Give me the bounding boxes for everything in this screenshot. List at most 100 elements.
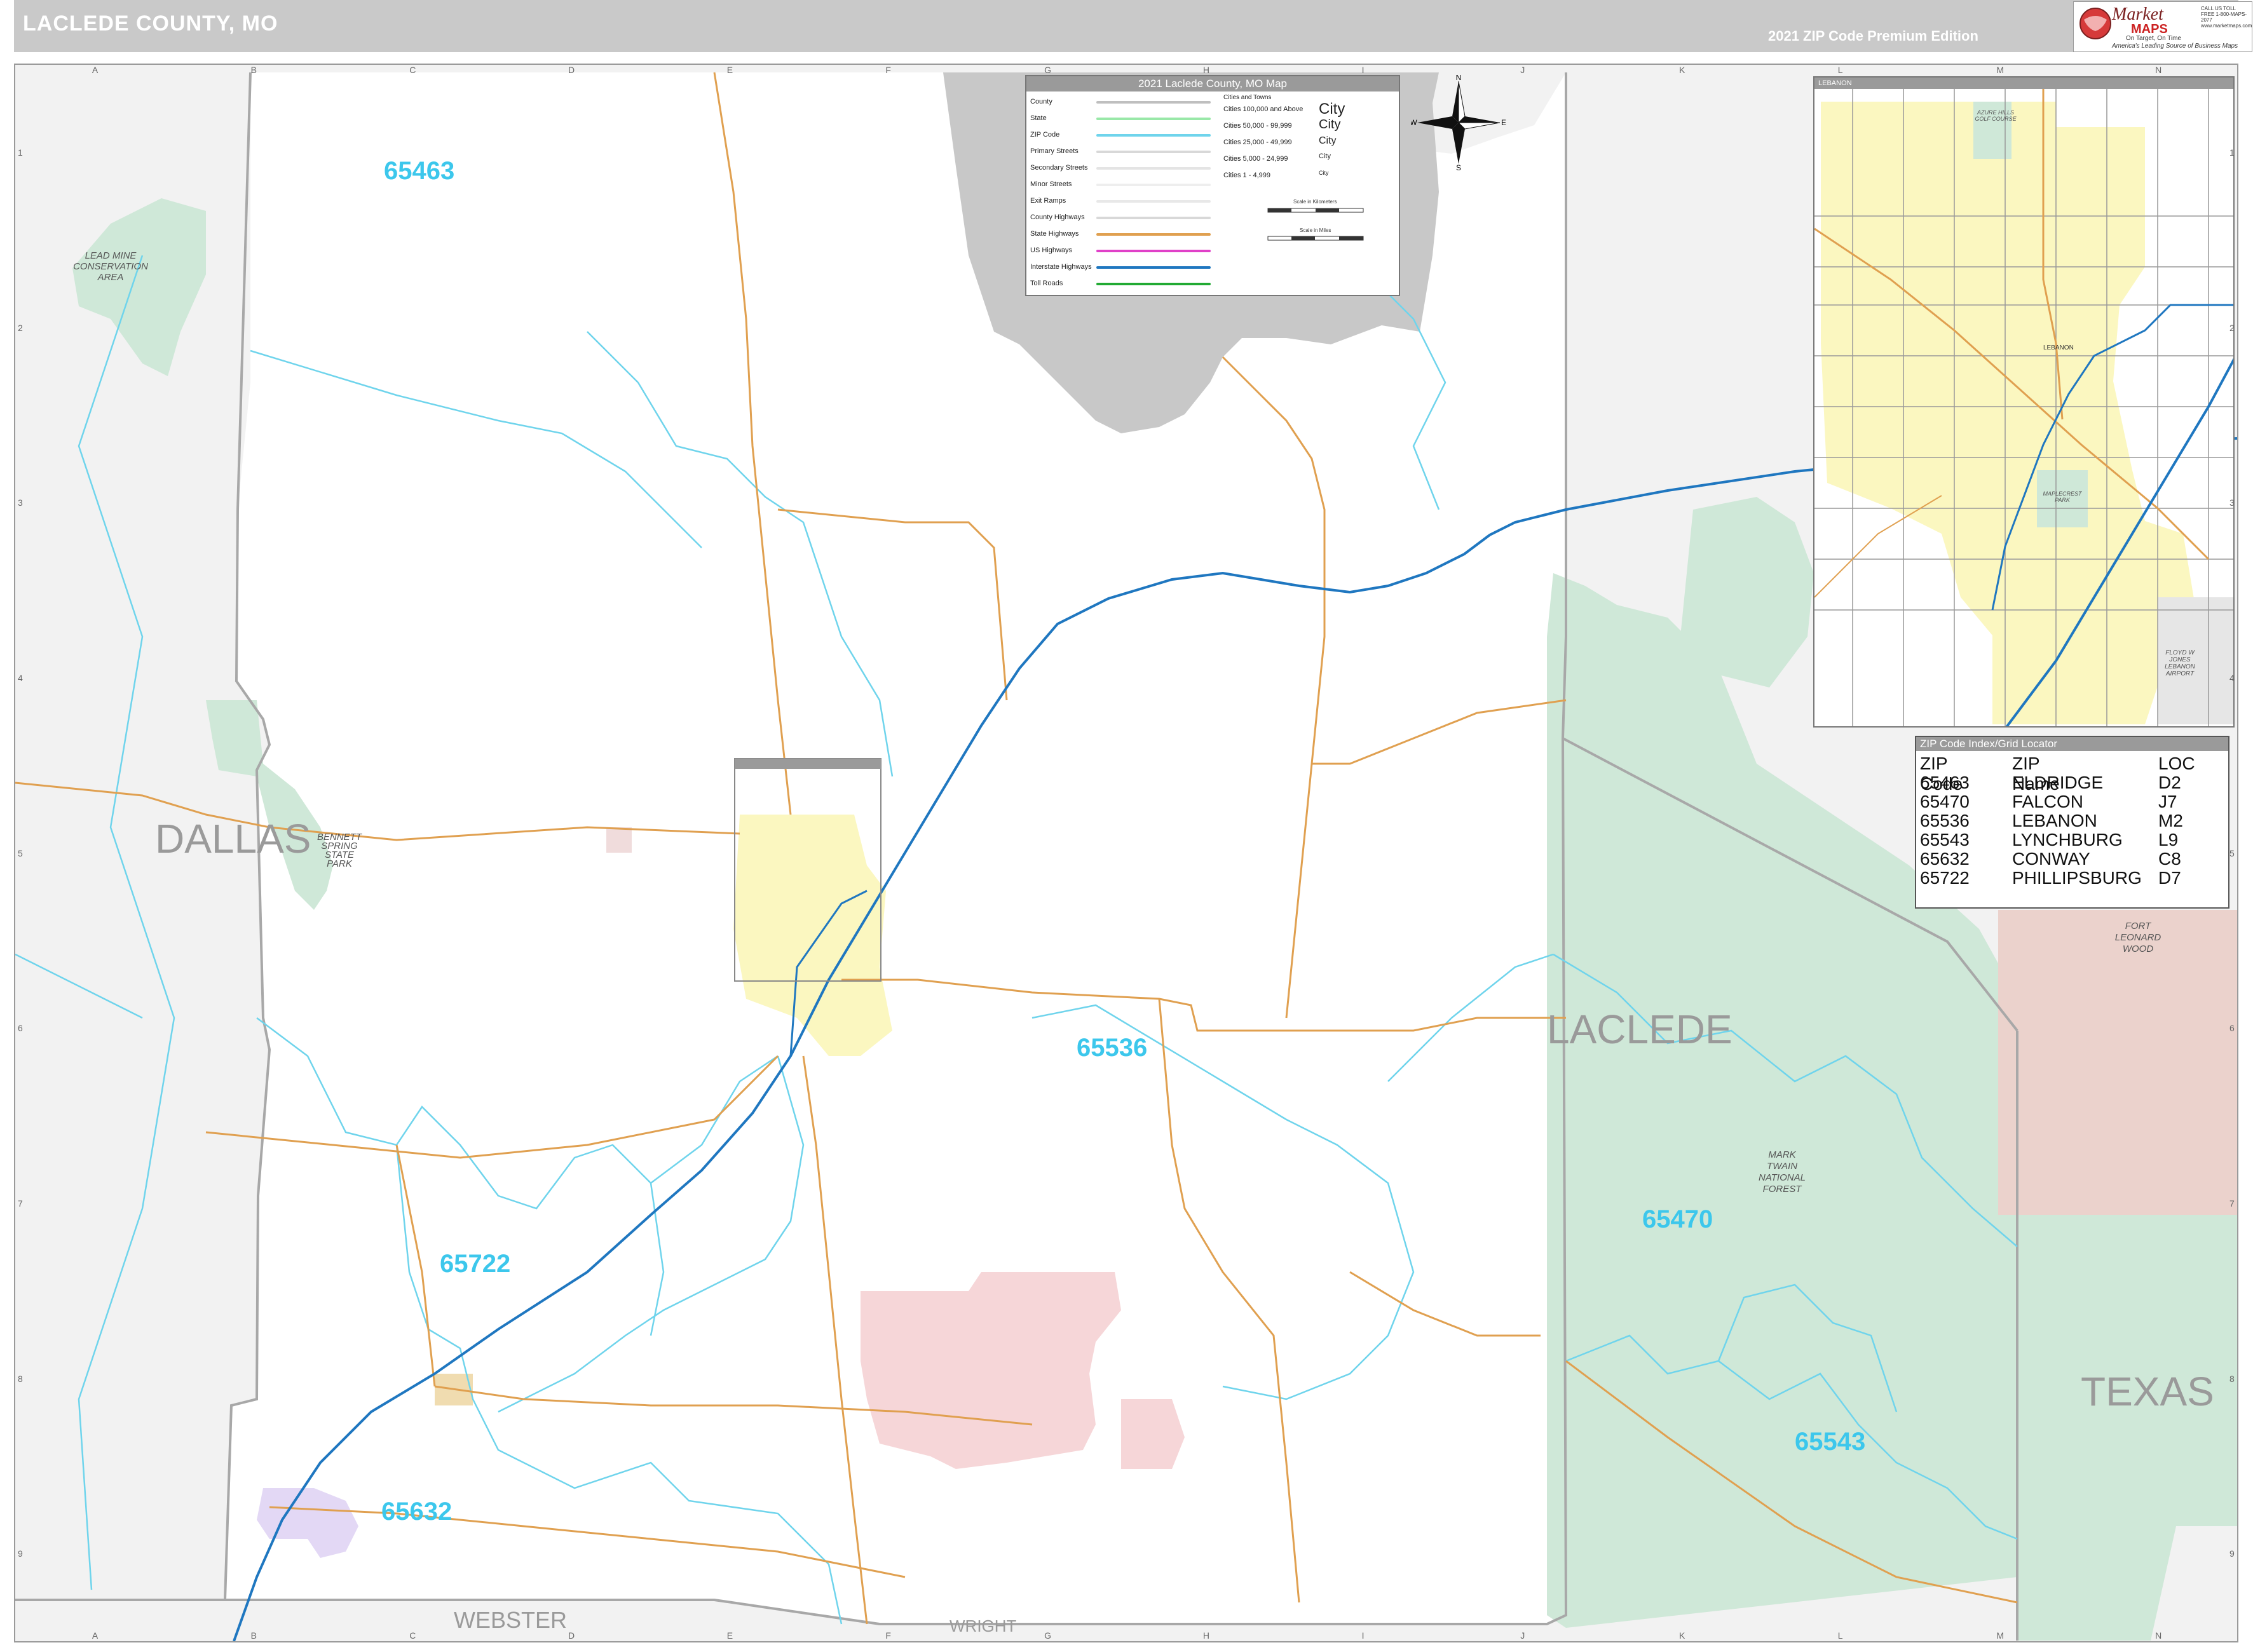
legend-item-label: ZIP Code (1030, 131, 1060, 139)
market-maps-logo: Market MAPS On Target, On Time America's… (2073, 1, 2252, 52)
grid-col-label-bottom-a: A (92, 1630, 99, 1641)
inset-label-airport: FLOYD W JONES LEBANON AIRPORT (2165, 649, 2195, 677)
logo-tagline: On Target, On Time (2126, 35, 2182, 42)
grid-col-label-top-k: K (1679, 65, 1685, 75)
svg-text:LEAD MINE: LEAD MINE (85, 250, 137, 261)
zip-index-name: LEBANON (2012, 811, 2097, 830)
legend-item-swatch (1096, 134, 1211, 137)
zip-index-name: PHILLIPSBURG (2012, 868, 2142, 888)
globe-icon (2079, 8, 2111, 39)
zip-index-title: ZIP Code Index/Grid Locator (1916, 737, 2228, 751)
grid-row-label-right-1: 1 (2229, 147, 2235, 158)
grid-col-label-top-g: G (1044, 65, 1052, 75)
legend-item-swatch (1096, 200, 1211, 203)
svg-text:MARK: MARK (1768, 1149, 1796, 1160)
grid-row-label-left-1: 1 (18, 147, 23, 158)
legend-item-swatch (1096, 151, 1211, 153)
header-bar: LACLEDE COUNTY, MO 2021 ZIP Code Premium… (14, 0, 2252, 52)
grid-col-label-bottom-i: I (1361, 1630, 1365, 1641)
legend-item-swatch (1096, 217, 1211, 219)
grid-col-label-top-i: I (1361, 65, 1365, 75)
grid-col-label-bottom-k: K (1679, 1630, 1685, 1641)
zip-index-code: 65470 (1920, 792, 1970, 811)
logo-tagline-2: America's Leading Source of Business Map… (2112, 43, 2238, 50)
legend-cities-title: Cities and Towns (1223, 94, 1272, 101)
lebanon-inset-header (735, 759, 881, 769)
legend-item-label: Secondary Streets (1030, 164, 1088, 172)
inset-label-golf: AZURE HILLS GOLF COURSE (1975, 109, 2017, 122)
legend-item-swatch (1096, 233, 1211, 236)
grid-col-label-bottom-j: J (1520, 1630, 1525, 1641)
legend-city-label: Cities 50,000 - 99,999 (1223, 122, 1292, 130)
legend-scale-bars: Scale in Kilometers Scale in Miles (1267, 199, 1364, 241)
grid-col-label-bottom-b: B (250, 1630, 257, 1641)
label-wright: WRIGHT (950, 1616, 1017, 1635)
legend-item-label: US Highways (1030, 247, 1073, 254)
svg-text:TWAIN: TWAIN (1767, 1161, 1797, 1172)
legend-item-swatch (1096, 266, 1211, 269)
small-area (606, 827, 632, 853)
grid-col-label-bottom-c: C (409, 1630, 416, 1641)
inset-title: LEBANON (1814, 78, 2233, 89)
edition-label: 2021 ZIP Code Premium Edition (1768, 28, 1978, 44)
scale-mi-label: Scale in Miles (1300, 227, 1331, 233)
svg-text:WOOD: WOOD (2123, 944, 2153, 954)
fort-leonard-wood-area (1998, 910, 2237, 1215)
grid-row-label-left-2: 2 (18, 322, 23, 333)
zip-index-code: 65463 (1920, 773, 1970, 792)
inset-label-lebanon: LEBANON (2043, 344, 2074, 351)
legend-item-label: Primary Streets (1030, 147, 1079, 155)
zip-index-loc: C8 (2158, 849, 2181, 869)
zip-index-name: LYNCHBURG (2012, 830, 2123, 850)
svg-text:AREA: AREA (97, 272, 124, 283)
legend-item-label: State (1030, 114, 1047, 122)
grid-col-label-top-j: J (1520, 65, 1525, 75)
compass-s: S (1456, 163, 1461, 170)
grid-row-label-right-9: 9 (2229, 1548, 2235, 1559)
legend-city-label: Cities 1 - 4,999 (1223, 172, 1270, 179)
grid-row-label-right-2: 2 (2229, 322, 2235, 333)
legend-item-swatch (1096, 167, 1211, 170)
lebanon-inset-map[interactable]: LEBANON AZURE HILLS GOLF COURSE LEBANON … (1813, 76, 2235, 728)
label-dallas: DALLAS (155, 816, 311, 862)
grid-row-label-left-7: 7 (18, 1198, 23, 1209)
map-title: LACLEDE COUNTY, MO (23, 11, 278, 36)
inset-map-graphic (1814, 89, 2233, 726)
legend-item-label: Exit Ramps (1030, 197, 1066, 205)
zip-index-loc: D2 (2158, 773, 2181, 792)
zip-label-65722: 65722 (440, 1250, 510, 1278)
grid-col-label-bottom-m: M (1996, 1630, 2005, 1641)
legend-city-sample: City (1319, 100, 1345, 118)
svg-text:LEONARD: LEONARD (2115, 932, 2161, 943)
legend-item-swatch (1096, 184, 1211, 186)
grid-row-label-right-8: 8 (2229, 1373, 2235, 1384)
legend-item-swatch (1096, 250, 1211, 252)
grid-col-label-top-c: C (409, 65, 416, 75)
legend-item-label: State Highways (1030, 230, 1079, 238)
grid-col-label-bottom-n: N (2155, 1630, 2162, 1641)
legend-item-swatch (1096, 118, 1211, 120)
label-webster: WEBSTER (454, 1607, 567, 1633)
legend-city-label: Cities 100,000 and Above (1223, 105, 1303, 113)
grid-row-label-left-6: 6 (18, 1023, 23, 1034)
grid-col-label-bottom-l: L (1837, 1630, 1843, 1641)
svg-text:FORT: FORT (2125, 921, 2152, 931)
grid-row-label-left-4: 4 (18, 672, 23, 683)
legend-item-swatch (1096, 101, 1211, 104)
zip-index-name: FALCON (2012, 792, 2084, 811)
grid-col-label-bottom-e: E (726, 1630, 733, 1641)
legend-city-label: Cities 25,000 - 49,999 (1223, 139, 1292, 146)
grid-row-label-left-8: 8 (18, 1373, 23, 1384)
zip-index-loc: J7 (2158, 792, 2177, 811)
zip-index-name: CONWAY (2012, 849, 2090, 869)
legend-city-sample: City (1319, 118, 1341, 132)
zip-label-65543: 65543 (1795, 1428, 1865, 1456)
legend-item-label: County Highways (1030, 213, 1085, 221)
legend-item-label: Minor Streets (1030, 180, 1072, 188)
legend-item-swatch (1096, 283, 1211, 285)
logo-contact: CALL US TOLL FREE 1-800-MAPS-2077 www.ma… (2201, 6, 2252, 29)
legend-city-label: Cities 5,000 - 24,999 (1223, 155, 1288, 163)
legend-city-sample: City (1319, 135, 1337, 146)
svg-text:FOREST: FOREST (1763, 1184, 1803, 1195)
grid-col-label-top-n: N (2155, 65, 2162, 75)
